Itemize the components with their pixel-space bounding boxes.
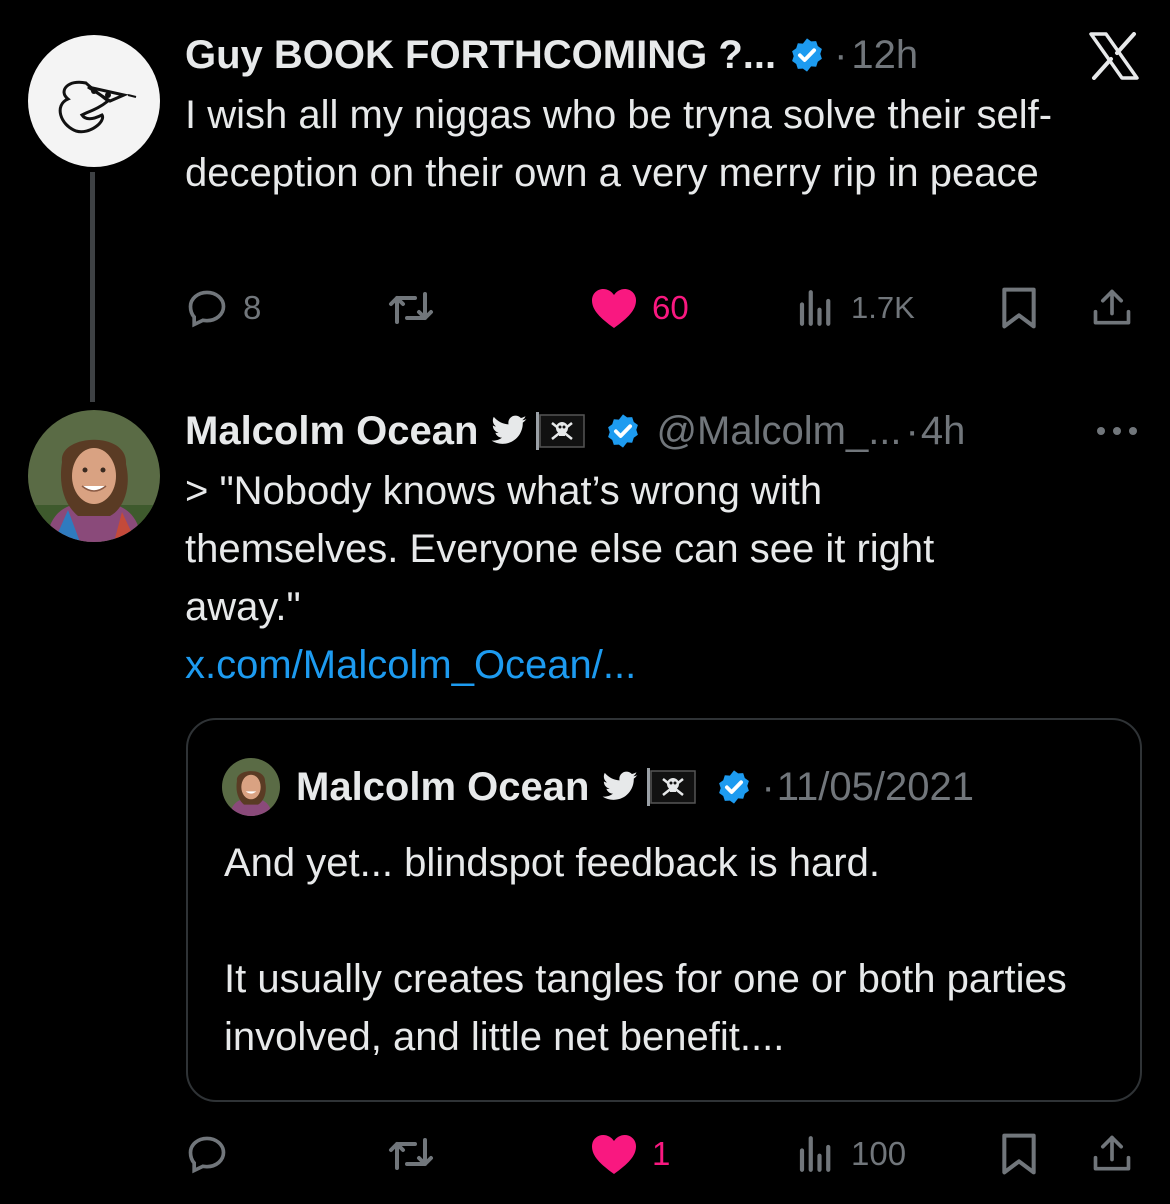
like-button[interactable]: 1	[590, 1124, 670, 1184]
reply-icon	[188, 290, 226, 328]
views-icon	[799, 290, 831, 326]
tweet1-actions: 8 60 1.7K	[185, 278, 1140, 338]
avatar[interactable]	[28, 35, 160, 167]
retweet-icon	[389, 292, 433, 324]
bird-icon	[490, 414, 528, 448]
share-icon	[1093, 289, 1131, 325]
pirate-flag-icon	[645, 767, 697, 807]
reply-count: 8	[243, 289, 262, 326]
handle[interactable]: @Malcolm_...	[656, 409, 901, 454]
tweet1-header: Guy BOOK FORTHCOMING ?... · 12h	[185, 30, 918, 80]
like-count: 60	[652, 289, 689, 326]
quote-text-line1: And yet... blindspot feedback is hard.	[224, 841, 880, 885]
quote-date: 11/05/2021	[776, 764, 974, 809]
share-button[interactable]	[1090, 1124, 1134, 1184]
bookmark-button[interactable]	[1000, 1124, 1038, 1184]
x-logo-icon[interactable]	[1088, 32, 1140, 80]
separator: ·	[905, 408, 919, 453]
share-icon	[1093, 1135, 1131, 1171]
author-name[interactable]: Malcolm Ocean	[185, 409, 478, 454]
views-button[interactable]: 1.7K	[795, 278, 915, 338]
retweet-button[interactable]	[385, 278, 437, 338]
reply-icon	[188, 1136, 226, 1174]
author-name[interactable]: Guy BOOK FORTHCOMING ?...	[185, 33, 776, 78]
tweet2-header: Malcolm Ocean @Malcolm_... · 4h	[185, 406, 965, 456]
like-count: 1	[652, 1135, 671, 1172]
views-icon	[799, 1136, 831, 1172]
heart-icon	[592, 1135, 636, 1174]
quote-header: Malcolm Ocean · 11/05/2021	[296, 762, 974, 812]
views-button[interactable]: 100	[795, 1124, 906, 1184]
verified-badge-icon	[715, 768, 753, 806]
bookmark-icon	[1002, 1133, 1036, 1175]
avatar[interactable]	[28, 410, 160, 542]
retweet-button[interactable]	[385, 1124, 437, 1184]
view-count: 1.7K	[851, 290, 915, 325]
quote-author-name: Malcolm Ocean	[296, 764, 590, 809]
share-button[interactable]	[1090, 278, 1134, 338]
heart-icon	[592, 289, 636, 328]
verified-badge-icon	[788, 36, 826, 74]
tweet-text: I wish all my niggas who be tryna solve …	[185, 93, 1053, 195]
like-button[interactable]: 60	[590, 278, 689, 338]
separator: ·	[761, 764, 775, 809]
tweet-link[interactable]: x.com/Malcolm_Ocean/...	[185, 636, 636, 694]
bookmark-button[interactable]	[1000, 278, 1038, 338]
quote-text-para2: It usually creates tangles for one or bo…	[224, 957, 1067, 1059]
verified-badge-icon	[604, 412, 642, 450]
more-icon[interactable]	[1094, 424, 1140, 438]
view-count: 100	[851, 1135, 907, 1172]
tweet-text: > "Nobody knows what’s wrong with themse…	[185, 469, 935, 629]
reply-button[interactable]: 8	[185, 278, 261, 338]
retweet-icon	[389, 1138, 433, 1170]
thread-line	[90, 172, 95, 402]
tweet2-actions: 1 100	[185, 1124, 1140, 1184]
bookmark-icon	[1002, 287, 1036, 329]
reply-button[interactable]	[185, 1124, 229, 1184]
bird-icon	[601, 770, 639, 804]
quote-tweet-card[interactable]: Malcolm Ocean · 11/05/2021 And yet... bl…	[186, 718, 1142, 1102]
pirate-flag-icon	[534, 411, 586, 451]
separator: ·	[834, 32, 848, 77]
timestamp[interactable]: 12h	[851, 33, 918, 78]
quote-avatar	[222, 758, 280, 816]
timestamp[interactable]: 4h	[921, 409, 966, 454]
